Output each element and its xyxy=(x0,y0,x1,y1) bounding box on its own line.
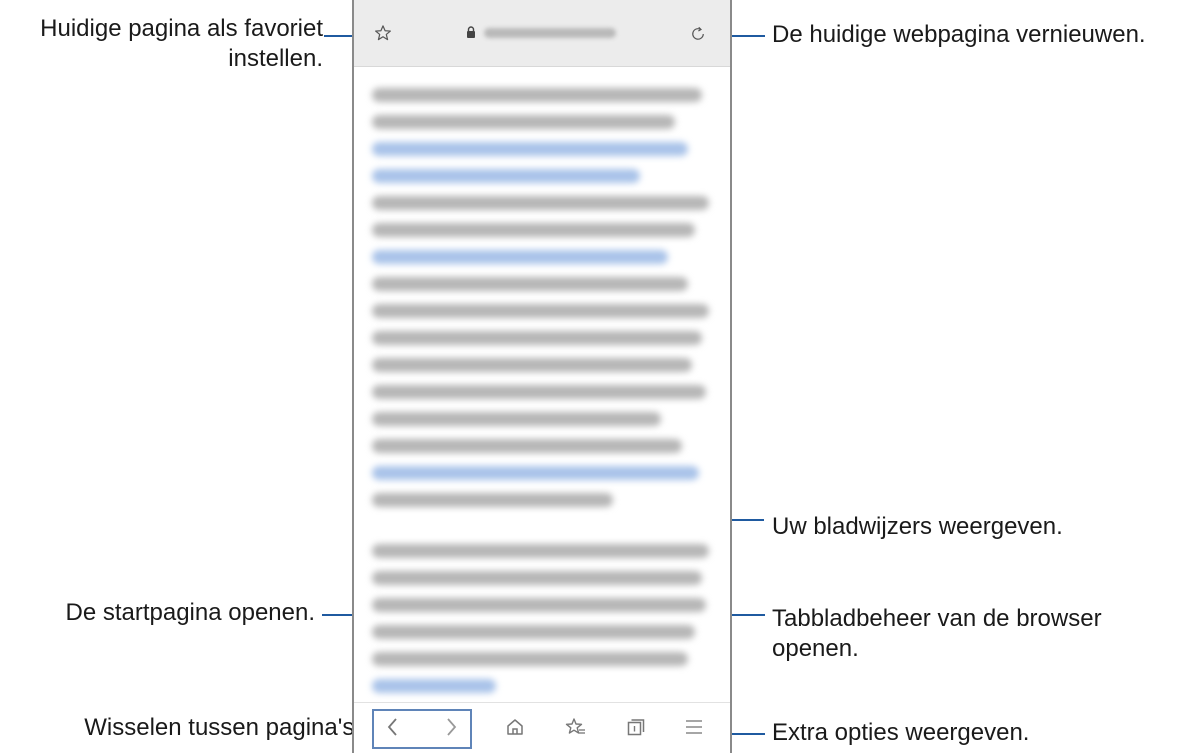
menu-icon[interactable] xyxy=(684,718,704,736)
address-bar xyxy=(354,0,730,67)
home-icon[interactable] xyxy=(505,717,525,737)
bookmarks-icon[interactable] xyxy=(565,717,587,737)
tabs-icon[interactable] xyxy=(626,717,646,737)
lock-icon xyxy=(466,26,476,39)
callout-nav: Wisselen tussen pagina's. xyxy=(84,714,361,741)
url-text[interactable] xyxy=(484,28,616,38)
chevron-right-icon[interactable] xyxy=(444,717,458,737)
refresh-icon[interactable] xyxy=(689,25,707,43)
page-content xyxy=(372,88,716,706)
star-icon[interactable] xyxy=(374,24,392,42)
chevron-left-icon[interactable] xyxy=(386,717,400,737)
callout-bookmark-current: Huidige pagina als favoriet instellen. xyxy=(40,15,323,72)
callout-more: Extra opties weergeven. xyxy=(772,719,1030,746)
browser-screen xyxy=(352,0,732,753)
callout-home: De startpagina openen. xyxy=(65,599,315,626)
callout-tabs: Tabbladbeheer van de browser openen. xyxy=(772,605,1102,662)
callout-bookmarks: Uw bladwijzers weergeven. xyxy=(772,513,1063,540)
callout-refresh: De huidige webpagina vernieuwen. xyxy=(772,21,1146,48)
browser-toolbar xyxy=(354,702,730,753)
